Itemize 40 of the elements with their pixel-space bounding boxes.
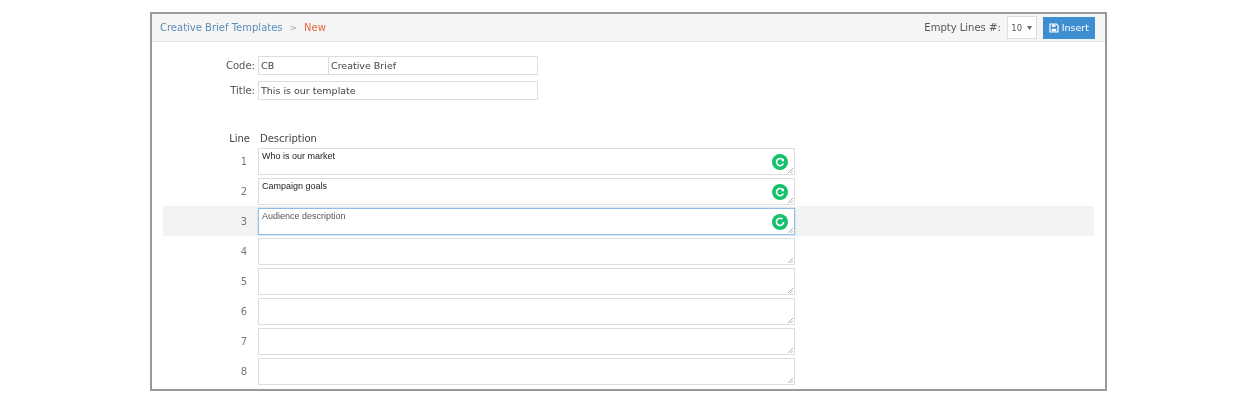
resize-handle-icon[interactable] xyxy=(787,286,793,293)
description-field[interactable] xyxy=(258,267,795,295)
title-label: Title: xyxy=(229,85,256,96)
code-label: Code: xyxy=(225,60,256,71)
line-number: 2 xyxy=(239,185,247,197)
line-number: 7 xyxy=(239,335,247,347)
resize-handle-icon[interactable] xyxy=(787,346,793,353)
resize-handle-icon[interactable] xyxy=(787,376,793,383)
description-field[interactable]: Who is our market xyxy=(258,147,795,175)
refresh-icon[interactable] xyxy=(772,183,788,200)
line-number: 3 xyxy=(239,215,247,227)
column-header: Line xyxy=(228,132,250,144)
save-icon xyxy=(1048,22,1059,33)
description-field[interactable] xyxy=(258,297,795,325)
description-field[interactable]: Campaign goals xyxy=(258,177,795,205)
line-number: 5 xyxy=(239,275,247,287)
resize-handle-icon[interactable] xyxy=(787,256,793,263)
refresh-icon[interactable] xyxy=(772,153,788,170)
line-number: 8 xyxy=(239,365,247,377)
line-number: 4 xyxy=(239,245,247,257)
resize-handle-icon[interactable] xyxy=(787,166,793,173)
description-field[interactable] xyxy=(258,357,795,385)
empty-lines-dropdown[interactable]: 10 xyxy=(1006,16,1037,39)
resize-handle-icon[interactable] xyxy=(787,196,793,203)
code-field[interactable]: CB xyxy=(258,56,329,75)
column-header: Description xyxy=(260,132,317,144)
spinner-icon[interactable] xyxy=(772,213,788,230)
line-number: 1 xyxy=(239,155,247,167)
breadcrumb-separator: > xyxy=(289,22,298,33)
description-field[interactable] xyxy=(258,327,795,355)
code-name-field[interactable]: Creative Brief xyxy=(329,56,538,75)
line-number: 6 xyxy=(239,305,247,317)
resize-handle-icon[interactable] xyxy=(787,316,793,323)
empty-lines-label: Empty Lines #: xyxy=(924,22,1001,33)
title-field[interactable]: This is our template xyxy=(258,81,538,100)
breadcrumb-current: New xyxy=(304,22,326,33)
caret-icon xyxy=(1027,25,1033,30)
resize-handle-icon[interactable] xyxy=(787,226,793,233)
description-field[interactable] xyxy=(258,237,795,265)
description-field[interactable]: Audience description xyxy=(258,207,795,235)
